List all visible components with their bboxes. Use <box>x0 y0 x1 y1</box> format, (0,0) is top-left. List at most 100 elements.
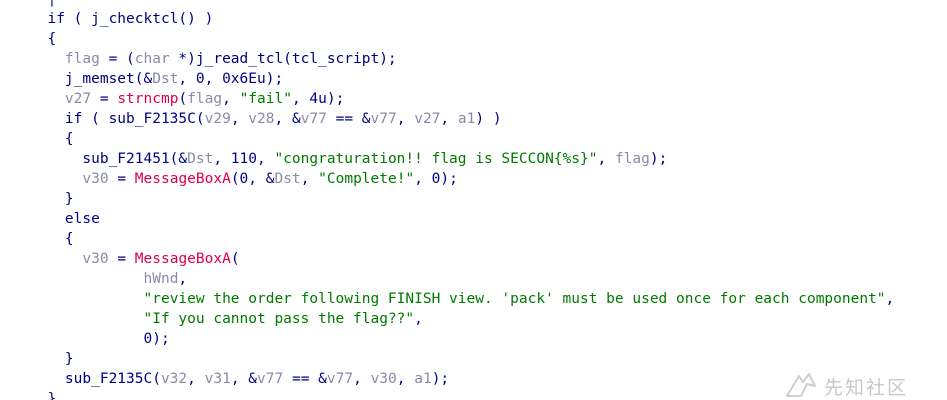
code-line[interactable]: else <box>30 209 100 229</box>
code-line[interactable]: } <box>30 389 56 400</box>
code-token: sub_F2135C( <box>30 371 161 387</box>
code-token: strncmp <box>117 91 179 107</box>
code-token: ); <box>431 371 450 387</box>
code-line[interactable]: { <box>30 129 74 149</box>
code-token: = <box>108 171 135 187</box>
code-token: hWnd <box>143 271 179 287</box>
pseudocode-view[interactable]: ┬ if ( j_checktcl() ) { flag = (char *)j… <box>0 0 947 400</box>
code-line[interactable]: hWnd, <box>30 269 188 289</box>
code-token: } <box>30 391 57 400</box>
code-token: v77 <box>370 111 397 127</box>
code-token: j_memset(& <box>30 71 153 87</box>
code-line[interactable]: sub_F2135C(v32, v31, &v77 == &v77, v30, … <box>30 369 449 389</box>
code-token: "congraturation!! flag is SECCON{%s}" <box>274 151 598 167</box>
code-token: v30 <box>370 371 397 387</box>
code-token: , <box>885 291 895 307</box>
code-token: flag <box>187 91 223 107</box>
code-token: sub_F21451(& <box>30 151 188 167</box>
code-token: , & <box>274 111 301 127</box>
code-token: { <box>30 231 74 247</box>
code-token: v30 <box>82 171 109 187</box>
code-token: , 0); <box>414 171 458 187</box>
code-token: "fail" <box>239 91 292 107</box>
code-token: v30 <box>82 251 109 267</box>
code-token: MessageBoxA <box>134 251 231 267</box>
code-token: 0); <box>30 331 170 347</box>
code-token: flag <box>64 51 100 67</box>
code-token: == & <box>326 111 371 127</box>
code-token: a1 <box>414 371 432 387</box>
code-token: else <box>30 211 100 227</box>
code-token: } <box>30 351 74 367</box>
code-token: , <box>353 371 371 387</box>
code-token: *)j_read_tcl(tcl_script); <box>169 51 397 67</box>
code-line[interactable]: if ( j_checktcl() ) <box>30 9 213 29</box>
code-token: v27 <box>414 111 441 127</box>
code-line[interactable]: sub_F21451(&Dst, 110, "congraturation!! … <box>30 149 667 169</box>
code-token: v77 <box>300 111 327 127</box>
code-token: v77 <box>326 371 354 387</box>
bird-logo-icon <box>786 373 816 397</box>
code-token: , <box>396 111 415 127</box>
code-token: "Complete!" <box>318 171 415 187</box>
code-line[interactable]: "If you cannot pass the flag??", <box>30 309 423 329</box>
code-line[interactable]: v30 = MessageBoxA( <box>30 249 240 269</box>
code-token: ( <box>178 91 188 107</box>
code-token: "review the order following FINISH view.… <box>143 291 886 307</box>
code-token: "If you cannot pass the flag??" <box>143 311 415 327</box>
code-token: , <box>222 91 240 107</box>
code-line[interactable]: if ( sub_F2135C(v29, v28, &v77 == &v77, … <box>30 109 502 129</box>
code-token: v77 <box>257 371 284 387</box>
code-token: v32 <box>160 371 188 387</box>
code-token: == & <box>283 371 327 387</box>
code-token: flag <box>614 151 650 167</box>
code-line[interactable]: } <box>30 349 74 369</box>
code-token: Dst <box>187 151 214 167</box>
code-token: , <box>178 271 188 287</box>
code-token: ); <box>649 151 668 167</box>
code-token: v31 <box>204 371 231 387</box>
code-token: v28 <box>248 111 275 127</box>
code-token: , 0, 0x6Eu); <box>178 71 284 87</box>
code-token: = ( <box>99 51 135 67</box>
code-token: , 4u); <box>291 91 345 107</box>
code-token: { <box>30 31 57 47</box>
code-token: if ( sub_F2135C( <box>30 111 205 127</box>
code-line[interactable]: v27 = strncmp(flag, "fail", 4u); <box>30 89 344 109</box>
code-line[interactable]: 0); <box>30 329 170 349</box>
code-token: Dst <box>152 71 179 87</box>
code-line[interactable]: flag = (char *)j_read_tcl(tcl_script); <box>30 49 397 69</box>
code-token: , 110, <box>213 151 275 167</box>
watermark-text: 先知社区 <box>824 377 909 399</box>
code-token: MessageBoxA <box>134 171 231 187</box>
code-token: v29 <box>204 111 231 127</box>
code-token: = <box>91 91 118 107</box>
code-line[interactable]: ┬ <box>30 0 56 9</box>
code-token: } <box>30 191 74 207</box>
code-token: if ( j_checktcl() ) <box>30 11 214 27</box>
code-line[interactable]: j_memset(&Dst, 0, 0x6Eu); <box>30 69 283 89</box>
code-token: (0, & <box>230 171 275 187</box>
code-token: , <box>440 111 458 127</box>
code-token: { <box>30 131 74 147</box>
code-token: , <box>597 151 615 167</box>
code-token: , <box>230 111 249 127</box>
code-token: , <box>300 171 319 187</box>
code-line[interactable]: } <box>30 189 74 209</box>
code-line[interactable]: "review the order following FINISH view.… <box>30 289 895 309</box>
code-line[interactable]: { <box>30 29 56 49</box>
code-token: a1 <box>457 111 476 127</box>
code-token: v27 <box>64 91 92 107</box>
code-token: ( <box>230 251 240 267</box>
code-line[interactable]: { <box>30 229 74 249</box>
code-token: char <box>134 51 170 67</box>
code-token: ┬ <box>47 0 56 7</box>
code-line[interactable]: v30 = MessageBoxA(0, &Dst, "Complete!", … <box>30 169 458 189</box>
code-token: ) ) <box>475 111 502 127</box>
